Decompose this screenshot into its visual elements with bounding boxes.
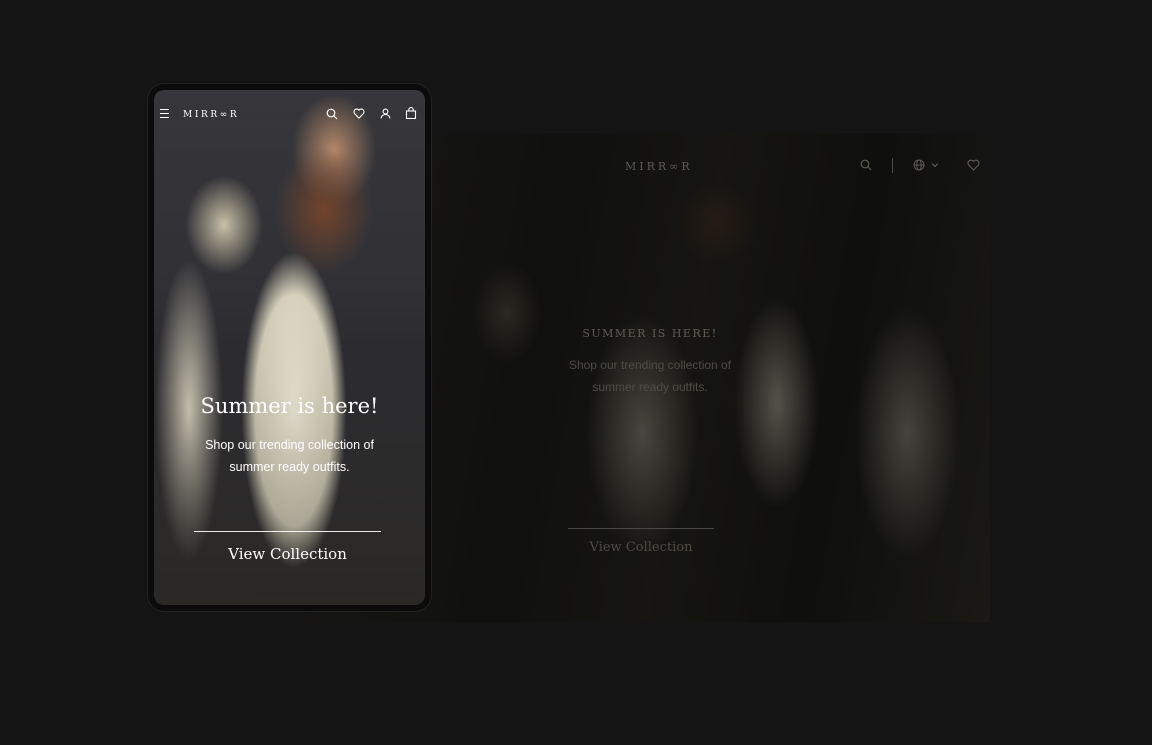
- mobile-hero-title: Summer is here!: [200, 394, 379, 418]
- chevron-down-icon[interactable]: [931, 161, 939, 169]
- search-icon[interactable]: [326, 108, 338, 120]
- menu-icon[interactable]: [160, 109, 169, 118]
- mobile-header: MIRR∞R: [154, 90, 425, 134]
- user-icon[interactable]: [380, 108, 391, 119]
- bag-icon[interactable]: [405, 107, 417, 119]
- desktop-logo[interactable]: MIRR∞R: [625, 160, 693, 173]
- desktop-hero-text: Shop our trending collection of summer r…: [568, 358, 732, 394]
- search-icon[interactable]: [860, 159, 872, 171]
- mobile-hero-text: Shop our trending collection of summer r…: [205, 438, 374, 474]
- desktop-header: MIRR∞R: [307, 133, 990, 199]
- desktop-view-collection-button[interactable]: View Collection: [568, 540, 714, 555]
- mobile-hero: Summer is here! Shop our trending collec…: [154, 394, 425, 478]
- mobile-logo[interactable]: MIRR∞R: [183, 110, 239, 120]
- mobile-button-divider: [194, 531, 381, 532]
- heart-icon[interactable]: [967, 159, 980, 171]
- desktop-hero: SUMMER IS HERE! Shop our trending collec…: [307, 327, 990, 398]
- globe-icon[interactable]: [913, 159, 925, 171]
- mobile-view-collection-button[interactable]: View Collection: [194, 545, 381, 563]
- desktop-button-divider: [568, 528, 714, 529]
- header-divider: [892, 158, 893, 173]
- desktop-hero-title: SUMMER IS HERE!: [582, 327, 718, 340]
- heart-icon[interactable]: [353, 108, 365, 119]
